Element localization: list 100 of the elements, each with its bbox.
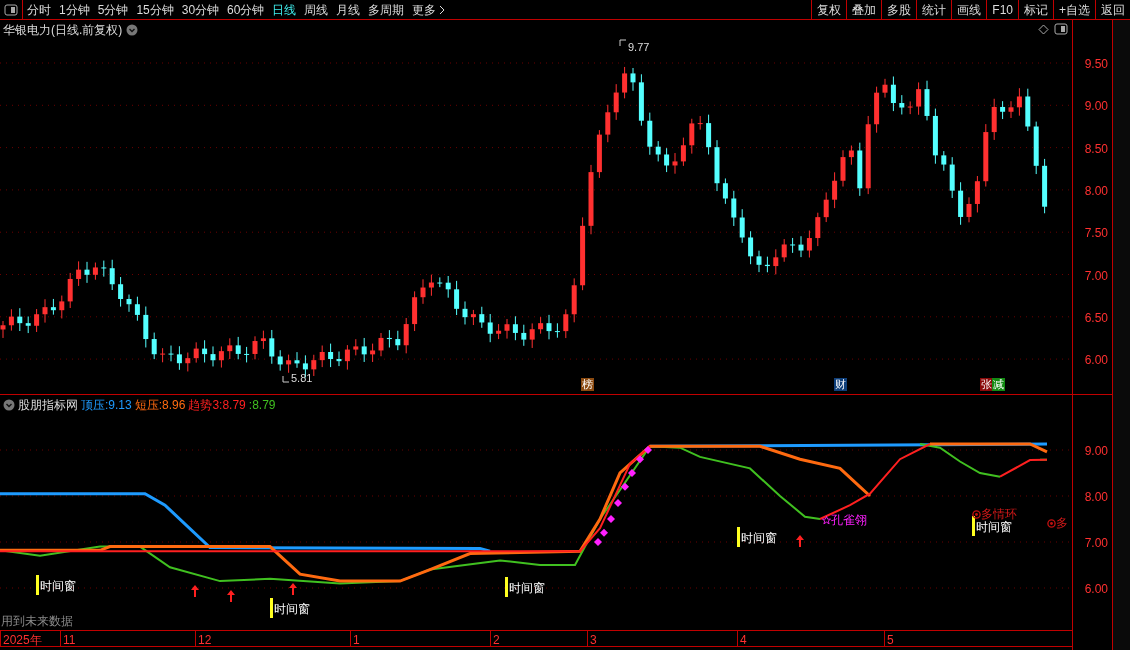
window-marker xyxy=(505,577,508,597)
candlestick xyxy=(17,307,23,332)
candlestick xyxy=(319,345,325,368)
diamond-marker xyxy=(628,469,636,477)
candlestick xyxy=(353,338,359,356)
candlestick xyxy=(638,73,644,127)
period-tab[interactable]: 5分钟 xyxy=(93,0,133,19)
collapse-icon[interactable] xyxy=(3,399,15,411)
candlestick xyxy=(958,181,964,226)
candlestick xyxy=(773,248,779,275)
toolbar-button[interactable]: +自选 xyxy=(1053,0,1095,19)
candlestick xyxy=(622,66,628,99)
date-axis-label: 2 xyxy=(490,631,587,646)
candlestick xyxy=(882,78,888,99)
toolbar-button[interactable]: F10 xyxy=(986,0,1018,19)
candlestick xyxy=(395,330,401,351)
candlestick xyxy=(697,115,703,131)
toolbar-button[interactable]: 复权 xyxy=(811,0,847,19)
candlestick xyxy=(739,208,745,244)
candlestick xyxy=(664,147,670,173)
candlestick xyxy=(655,140,661,162)
date-axis-label: 4 xyxy=(737,631,884,646)
star-icon xyxy=(822,515,831,525)
candlestick xyxy=(101,260,107,278)
event-tag[interactable]: 榜 xyxy=(581,378,594,391)
date-axis-label: 2025年 xyxy=(0,631,60,646)
dropdown-icon[interactable] xyxy=(126,24,139,36)
candlestick xyxy=(840,149,846,188)
indicator-axis-label: 6.00 xyxy=(1084,581,1108,598)
candlestick xyxy=(311,354,317,377)
diamond-icon[interactable] xyxy=(1038,24,1049,35)
time-window-label: 时间窗 xyxy=(40,578,76,595)
candlestick xyxy=(924,80,930,121)
candlestick xyxy=(722,178,728,205)
indicator-name: 股朋指标网 xyxy=(18,397,78,414)
price-axis-label: 7.50 xyxy=(1084,225,1108,243)
toolbar-button[interactable]: 叠加 xyxy=(846,0,882,19)
candlestick xyxy=(1042,158,1048,214)
candlestick xyxy=(563,308,569,339)
candlestick xyxy=(218,345,224,369)
candlestick xyxy=(479,306,485,329)
candlestick xyxy=(487,313,493,343)
candlestick xyxy=(832,171,838,209)
footnote: 用到未来数据 xyxy=(1,613,73,630)
period-tab[interactable]: 1分钟 xyxy=(55,0,94,19)
candlestick xyxy=(403,317,409,354)
price-axis-label: 8.50 xyxy=(1084,140,1108,158)
period-tab[interactable]: 月线 xyxy=(332,0,365,19)
candlestick xyxy=(1025,88,1031,132)
price-axis-label: 6.00 xyxy=(1084,352,1108,370)
candlestick xyxy=(1000,100,1006,120)
candlestick xyxy=(504,318,510,340)
candlestick xyxy=(42,298,48,324)
candlestick xyxy=(168,345,174,362)
toolbar-button[interactable]: 多股 xyxy=(881,0,917,19)
period-tab[interactable]: 周线 xyxy=(300,0,333,19)
candlestick xyxy=(227,337,233,360)
toolbar-button[interactable]: 标记 xyxy=(1018,0,1053,19)
up-arrow-icon xyxy=(227,590,235,602)
candlestick xyxy=(210,345,216,367)
period-tab[interactable]: 更多 xyxy=(408,0,451,19)
candlestick xyxy=(529,322,535,349)
candlestick xyxy=(983,123,989,188)
period-tab[interactable]: 30分钟 xyxy=(177,0,224,19)
price-axis-label: 7.00 xyxy=(1084,267,1108,285)
event-tag[interactable]: 财 xyxy=(834,378,847,391)
panel-toggle-icon[interactable] xyxy=(4,3,18,16)
period-tab[interactable]: 日线 xyxy=(268,0,301,19)
period-tab[interactable]: 分时 xyxy=(23,0,55,19)
candlestick xyxy=(1016,87,1022,117)
candlestick xyxy=(76,260,82,287)
period-tab[interactable]: 多周期 xyxy=(364,0,409,19)
candlestick xyxy=(932,108,938,165)
low-marker-icon xyxy=(282,375,290,383)
up-arrow-icon xyxy=(289,583,297,595)
period-tab[interactable]: 60分钟 xyxy=(223,0,269,19)
candlestick xyxy=(193,341,199,364)
candlestick xyxy=(428,274,434,297)
candlestick xyxy=(185,352,191,372)
candlestick xyxy=(571,277,577,323)
panel-toggle-icon[interactable] xyxy=(1054,23,1068,35)
indicator-value: 顶压:9.13 xyxy=(81,397,132,414)
toolbar-button[interactable]: 统计 xyxy=(916,0,952,19)
toolbar-button[interactable]: 画线 xyxy=(951,0,987,19)
period-tab[interactable]: 15分钟 xyxy=(132,0,178,19)
diamond-marker xyxy=(607,515,615,523)
diamond-marker xyxy=(621,482,629,491)
event-tag[interactable]: 减 xyxy=(992,378,1005,391)
toolbar-button[interactable]: 返回 xyxy=(1095,0,1130,19)
candlestick xyxy=(462,300,468,325)
candlestick xyxy=(143,306,149,348)
candlestick xyxy=(764,256,770,273)
time-window-label: 时间窗 xyxy=(976,519,1012,536)
candlestick xyxy=(546,314,552,340)
candlestick xyxy=(890,76,896,112)
up-arrow-icon xyxy=(191,585,199,597)
candlestick xyxy=(378,332,384,357)
candlestick xyxy=(790,237,796,254)
candlestick xyxy=(672,152,678,175)
window-marker xyxy=(972,516,975,536)
